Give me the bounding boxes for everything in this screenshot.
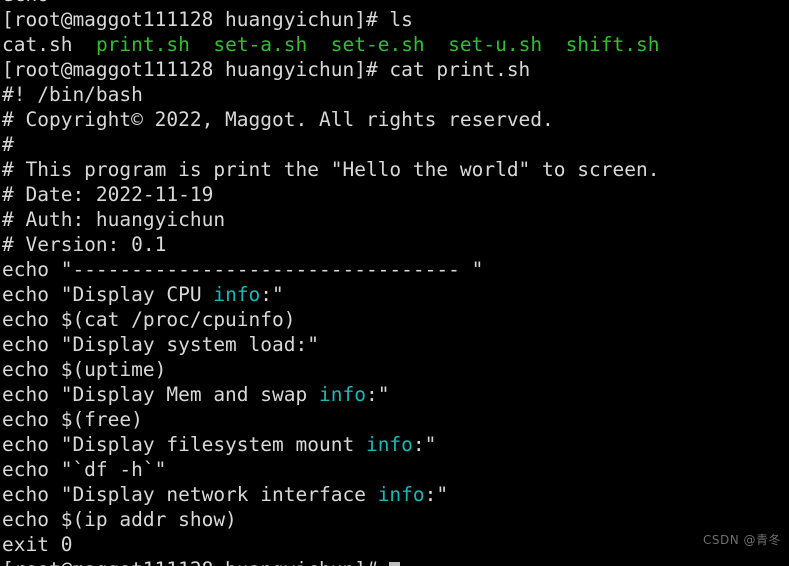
terminal-line: # Auth: huangyichun	[2, 207, 787, 232]
terminal-text: # This program is print the "Hello the w…	[2, 158, 660, 181]
terminal-text: echo $(free)	[2, 408, 143, 431]
terminal-text: info	[377, 483, 425, 506]
terminal-text: set-u.sh	[448, 33, 543, 56]
terminal-text: cat print.sh	[389, 58, 531, 81]
terminal-line: # Version: 0.1	[2, 232, 787, 257]
terminal-text: echo "Display filesystem mount	[2, 433, 366, 456]
terminal-text: info	[318, 383, 366, 406]
terminal-text: echo "Display system load:"	[2, 333, 319, 356]
terminal-text: echo "`df -h`"	[2, 458, 167, 481]
terminal-text: set-e.sh	[330, 33, 425, 56]
terminal-line: echo "Display filesystem mount info:"	[2, 432, 787, 457]
terminal-line: echo "Display CPU info:"	[2, 282, 787, 307]
terminal-line: [root@maggot111128 huangyichun]# cat pri…	[2, 57, 787, 82]
terminal-text: echo $(uptime)	[2, 358, 167, 381]
terminal-line: #	[2, 132, 787, 157]
terminal-text: echo "Display Mem and swap	[2, 383, 319, 406]
terminal-line: echo $(uptime)	[2, 357, 787, 382]
terminal-text: [root@maggot111128 huangyichun]#	[2, 58, 390, 81]
terminal-text: shift.sh	[565, 33, 660, 56]
terminal-line: echo "Display network interface info:"	[2, 482, 787, 507]
terminal-text: :"	[260, 283, 284, 306]
terminal-line: echo $(free)	[2, 407, 787, 432]
terminal-text: echo "Display CPU	[2, 283, 214, 306]
terminal-text: # Auth: huangyichun	[2, 208, 226, 231]
terminal-text: # Copyright© 2022, Maggot. All rights re…	[2, 108, 554, 131]
terminal-text: echo "--------------------------------- …	[2, 258, 484, 281]
terminal-window[interactable]: echo[root@maggot111128 huangyichun]# lsc…	[0, 0, 789, 566]
terminal-text: exit 0	[2, 533, 73, 556]
terminal-line: echo "Display system load:"	[2, 332, 787, 357]
terminal-line: [root@maggot111128 huangyichun]#	[2, 557, 787, 566]
terminal-line: exit 0	[2, 532, 787, 557]
terminal-text: print.sh	[95, 33, 190, 56]
terminal-text: #	[2, 133, 14, 156]
terminal-text: cat.sh	[2, 33, 73, 56]
terminal-text: :"	[424, 483, 449, 506]
terminal-text: :"	[365, 383, 390, 406]
terminal-text: set-a.sh	[213, 33, 308, 56]
terminal-screen[interactable]: echo[root@maggot111128 huangyichun]# lsc…	[0, 0, 789, 566]
terminal-line: [root@maggot111128 huangyichun]# ls	[2, 7, 787, 32]
terminal-line: cat.sh print.sh set-a.sh set-e.sh set-u.…	[2, 32, 787, 57]
terminal-text: info	[365, 433, 413, 456]
terminal-text: # Version: 0.1	[2, 233, 167, 256]
terminal-text: # Date: 2022-11-19	[2, 183, 214, 206]
watermark: CSDN @青冬	[702, 533, 781, 547]
text-cursor	[389, 562, 401, 566]
terminal-line: # Date: 2022-11-19	[2, 182, 787, 207]
terminal-line: echo $(cat /proc/cpuinfo)	[2, 307, 787, 332]
terminal-line: # Copyright© 2022, Maggot. All rights re…	[2, 107, 787, 132]
terminal-text: [root@maggot111128 huangyichun]#	[2, 8, 390, 31]
terminal-text: :"	[412, 433, 437, 456]
terminal-line: echo	[2, 0, 787, 7]
terminal-text: echo $(cat /proc/cpuinfo)	[2, 308, 296, 331]
terminal-text: #! /bin/bash	[2, 83, 143, 106]
terminal-text: echo "Display network interface	[2, 483, 378, 506]
terminal-line: echo "Display Mem and swap info:"	[2, 382, 787, 407]
terminal-line: #! /bin/bash	[2, 82, 787, 107]
terminal-line: # This program is print the "Hello the w…	[2, 157, 787, 182]
terminal-text: ls	[389, 8, 413, 31]
terminal-text: [root@maggot111128 huangyichun]#	[2, 558, 389, 566]
terminal-text: echo	[2, 0, 49, 6]
terminal-line: echo "--------------------------------- …	[2, 257, 787, 282]
terminal-line: echo "`df -h`"	[2, 457, 787, 482]
terminal-line: echo $(ip addr show)	[2, 507, 787, 532]
terminal-text: echo $(ip addr show)	[2, 508, 237, 531]
terminal-text: info	[213, 283, 261, 306]
